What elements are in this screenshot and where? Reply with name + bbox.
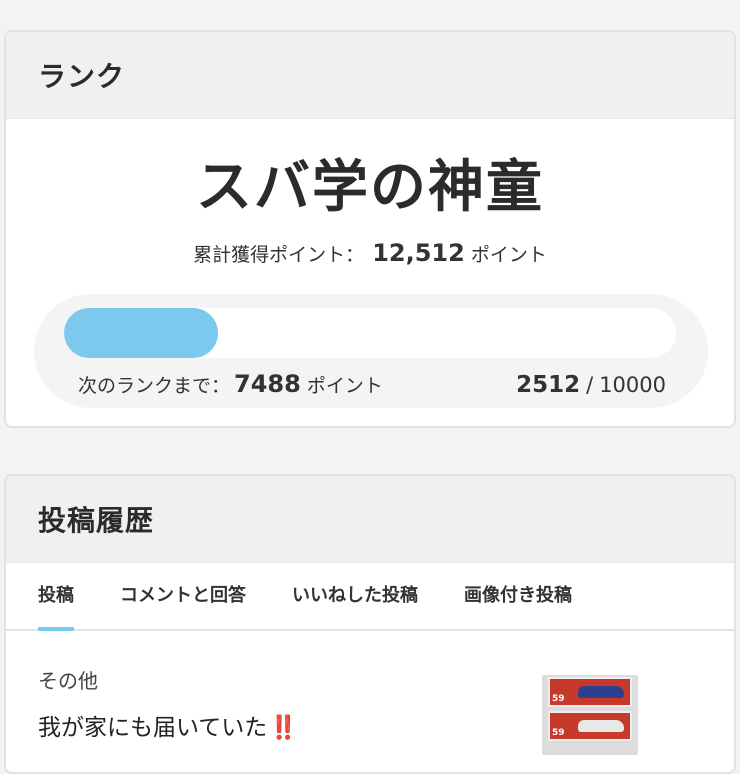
total-points-unit: ポイント bbox=[470, 244, 547, 266]
progress-ratio: 2512/10000 bbox=[516, 372, 666, 398]
box-number-top: 59 bbox=[552, 694, 565, 704]
progress-max: 10000 bbox=[599, 373, 666, 397]
white-car-icon bbox=[578, 720, 624, 732]
next-rank-unit: ポイント bbox=[306, 375, 383, 397]
post-history-card: 投稿履歴 投稿 コメントと回答 いいねした投稿 画像付き投稿 その他 我が家にも… bbox=[4, 474, 736, 774]
rank-progress-panel: 次のランクまで： 7488 ポイント 2512/10000 bbox=[34, 294, 708, 408]
double-exclamation-icon: ‼️ bbox=[269, 715, 298, 741]
toy-box-bottom: 59 bbox=[548, 711, 632, 741]
total-points-value: 12,512 bbox=[372, 239, 465, 267]
toy-box-top: 59 bbox=[548, 677, 632, 707]
post-title-text: 我が家にも届いていた bbox=[38, 715, 268, 741]
tab-posts[interactable]: 投稿 bbox=[38, 563, 74, 631]
rank-name: スバ学の神童 bbox=[196, 155, 544, 220]
list-item[interactable]: その他 我が家にも届いていた‼️ 59 59 bbox=[6, 631, 734, 772]
post-history-header: 投稿履歴 bbox=[6, 476, 734, 563]
tab-image-posts[interactable]: 画像付き投稿 bbox=[464, 563, 572, 629]
rank-card: ランク スバ学の神童 累計獲得ポイント： 12,512 ポイント 次のランクまで： 7… bbox=[4, 30, 736, 428]
total-points: 累計獲得ポイント： 12,512 ポイント bbox=[6, 239, 734, 267]
total-points-label: 累計獲得ポイント： bbox=[193, 244, 365, 266]
tab-liked-posts[interactable]: いいねした投稿 bbox=[292, 563, 418, 629]
box-number-bottom: 59 bbox=[552, 728, 565, 738]
post-thumbnail[interactable]: 59 59 bbox=[542, 675, 638, 755]
history-tabs: 投稿 コメントと回答 いいねした投稿 画像付き投稿 bbox=[6, 563, 734, 631]
progress-current: 2512 bbox=[516, 372, 581, 398]
rank-card-header: ランク bbox=[6, 32, 734, 119]
blue-car-icon bbox=[578, 686, 624, 698]
next-rank-points: 次のランクまで： 7488 ポイント bbox=[78, 370, 383, 398]
tab-comments-answers[interactable]: コメントと回答 bbox=[120, 563, 246, 629]
next-rank-label: 次のランクまで： bbox=[78, 375, 231, 397]
progress-separator: / bbox=[586, 373, 594, 397]
next-rank-value: 7488 bbox=[234, 370, 301, 398]
progress-fill bbox=[64, 308, 218, 358]
progress-track bbox=[64, 308, 676, 358]
